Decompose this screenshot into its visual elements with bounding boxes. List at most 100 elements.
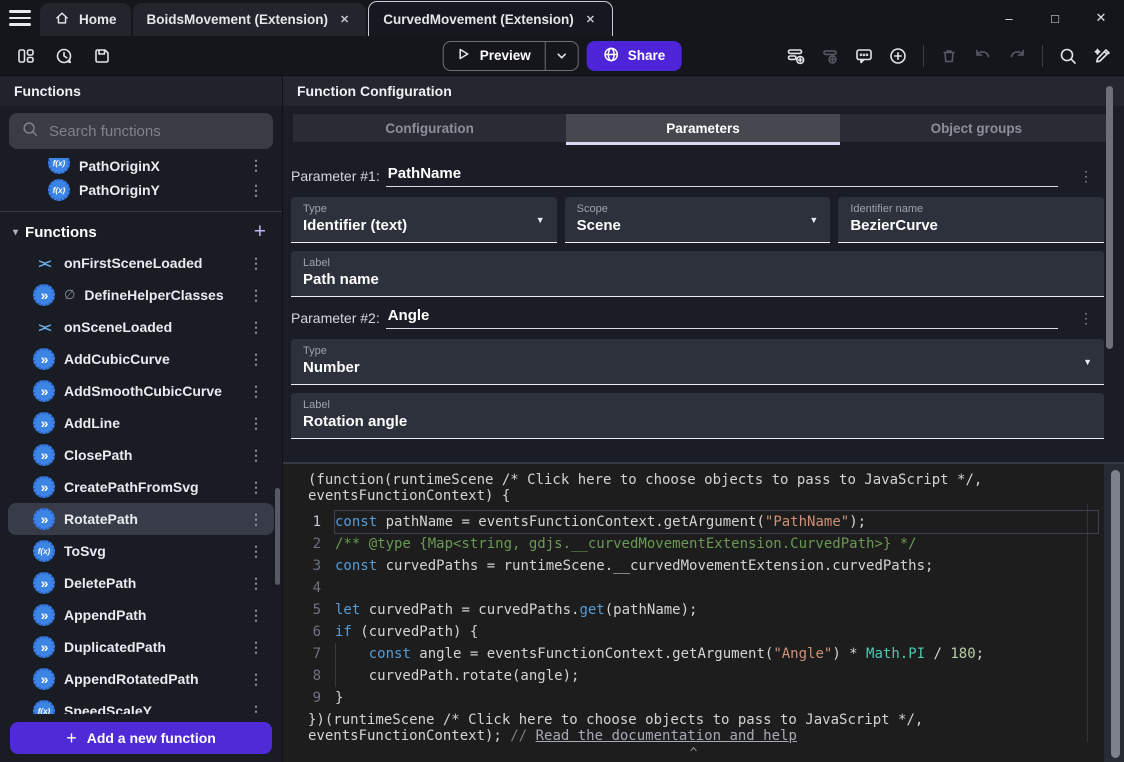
collapse-triangle-icon[interactable]: ▾ xyxy=(13,227,18,238)
sidebar-item-addsmoothcubiccurve[interactable]: »AddSmoothCubicCurve⋮ xyxy=(8,375,274,407)
functions-group-header[interactable]: ▾ Functions + xyxy=(0,217,282,247)
edit-pencil-icon[interactable] xyxy=(1088,42,1116,70)
tab-curvedmovement[interactable]: CurvedMovement (Extension) ✕ xyxy=(368,1,613,36)
close-window-button[interactable]: ✕ xyxy=(1078,0,1124,36)
sidebar-item-definehelperclasses[interactable]: »∅DefineHelperClasses⋮ xyxy=(8,279,274,311)
tab-parameters[interactable]: Parameters xyxy=(566,114,839,142)
documentation-link[interactable]: Read the documentation and help xyxy=(536,728,797,744)
add-circle-icon[interactable] xyxy=(884,42,912,70)
code-line-4[interactable]: 4 xyxy=(283,577,1124,599)
add-subevent-icon[interactable] xyxy=(816,42,844,70)
sidebar-item-rotatepath[interactable]: »RotatePath⋮ xyxy=(8,503,274,535)
sidebar-item-onsceneloaded[interactable]: ><onSceneLoaded⋮ xyxy=(8,311,274,343)
item-menu-icon[interactable]: ⋮ xyxy=(248,287,264,304)
share-button[interactable]: Share xyxy=(587,41,682,71)
sidebar-item-appendpath[interactable]: »AppendPath⋮ xyxy=(8,599,274,631)
input-identifier-name[interactable]: Identifier nameBezierCurve xyxy=(838,197,1104,243)
add-function-plus-icon[interactable]: + xyxy=(254,220,266,244)
save-icon[interactable] xyxy=(88,42,116,70)
parameter-name-input[interactable]: Angle xyxy=(386,307,1058,329)
maximize-button[interactable]: □ xyxy=(1032,0,1078,36)
search-icon[interactable] xyxy=(1054,42,1082,70)
undo-icon[interactable] xyxy=(969,42,997,70)
function-name: AppendPath xyxy=(64,607,239,623)
group-label: Functions xyxy=(25,224,247,241)
input-label[interactable]: LabelPath name xyxy=(291,251,1104,297)
item-menu-icon[interactable]: ⋮ xyxy=(248,479,264,496)
dropdown-arrow-icon[interactable]: ▼ xyxy=(809,215,818,225)
parameters-scrollbar[interactable] xyxy=(1106,86,1113,349)
item-menu-icon[interactable]: ⋮ xyxy=(248,639,264,656)
code-line-5[interactable]: 5let curvedPath = curvedPaths.get(pathNa… xyxy=(283,599,1124,621)
parameter-menu-icon[interactable]: ⋮ xyxy=(1078,168,1094,185)
code-line-6[interactable]: 6if (curvedPath) { xyxy=(283,621,1124,643)
sidebar-item-appendrotatedpath[interactable]: »AppendRotatedPath⋮ xyxy=(8,663,274,695)
item-menu-icon[interactable]: ⋮ xyxy=(248,351,264,368)
code-line-7[interactable]: 7 const angle = eventsFunctionContext.ge… xyxy=(283,643,1124,665)
redo-icon[interactable] xyxy=(1003,42,1031,70)
select-scope[interactable]: ScopeScene▼ xyxy=(565,197,831,243)
sidebar-item-deletepath[interactable]: »DeletePath⋮ xyxy=(8,567,274,599)
add-function-label: Add a new function xyxy=(87,730,216,746)
editor-scrollbar-thumb[interactable] xyxy=(1111,470,1120,758)
tab-home[interactable]: Home xyxy=(40,3,131,36)
code-line-8[interactable]: 8 curvedPath.rotate(angle); xyxy=(283,665,1124,687)
sidebar-item-duplicatedpath[interactable]: »DuplicatedPath⋮ xyxy=(8,631,274,663)
select-type[interactable]: TypeIdentifier (text)▼ xyxy=(291,197,557,243)
code-editor[interactable]: (function(runtimeScene /* Click here to … xyxy=(283,462,1124,762)
history-icon[interactable] xyxy=(50,42,78,70)
add-comment-icon[interactable] xyxy=(850,42,878,70)
sidebar-item-tosvg[interactable]: f(x)ToSvg⋮ xyxy=(8,535,274,567)
code-line-3[interactable]: 3const curvedPaths = runtimeScene.__curv… xyxy=(283,555,1124,577)
item-menu-icon[interactable]: ⋮ xyxy=(248,607,264,624)
sidebar-item-addline[interactable]: »AddLine⋮ xyxy=(8,407,274,439)
input-label[interactable]: LabelRotation angle xyxy=(291,393,1104,439)
item-menu-icon[interactable]: ⋮ xyxy=(248,671,264,688)
add-new-function-button[interactable]: + Add a new function xyxy=(10,722,272,754)
tab-boidsmovement[interactable]: BoidsMovement (Extension) ✕ xyxy=(133,3,367,36)
item-menu-icon[interactable]: ⋮ xyxy=(248,447,264,464)
item-menu-icon[interactable]: ⋮ xyxy=(248,543,264,560)
parameter-menu-icon[interactable]: ⋮ xyxy=(1078,310,1094,327)
code-line-1[interactable]: 1const pathName = eventsFunctionContext.… xyxy=(283,511,1124,533)
code-line-9[interactable]: 9} xyxy=(283,687,1124,709)
sidebar-item-onfirstsceneloaded[interactable]: ><onFirstSceneLoaded⋮ xyxy=(8,247,274,279)
sidebar-item-speedscaley[interactable]: f(x)SpeedScaleY⋮ xyxy=(8,695,274,714)
preview-options-chevron-icon[interactable] xyxy=(546,50,578,62)
add-event-icon[interactable] xyxy=(782,42,810,70)
parameter-name-input[interactable]: PathName xyxy=(386,165,1058,187)
sidebar-item-closepath[interactable]: »ClosePath⋮ xyxy=(8,439,274,471)
select-type[interactable]: TypeNumber▼ xyxy=(291,339,1104,385)
dropdown-arrow-icon[interactable]: ▼ xyxy=(536,215,545,225)
item-menu-icon[interactable]: ⋮ xyxy=(248,158,264,174)
sidebar-item-addcubiccurve[interactable]: »AddCubicCurve⋮ xyxy=(8,343,274,375)
sidebar-scrollbar[interactable] xyxy=(275,488,280,585)
minimize-button[interactable]: – xyxy=(986,0,1032,36)
hamburger-menu-icon[interactable] xyxy=(0,0,40,36)
item-menu-icon[interactable]: ⋮ xyxy=(248,383,264,400)
item-menu-icon[interactable]: ⋮ xyxy=(248,319,264,336)
function-name: onSceneLoaded xyxy=(64,319,239,335)
dropdown-arrow-icon[interactable]: ▼ xyxy=(1083,357,1092,367)
search-functions-box[interactable] xyxy=(9,113,273,149)
item-menu-icon[interactable]: ⋮ xyxy=(248,511,264,528)
item-menu-icon[interactable]: ⋮ xyxy=(248,703,264,715)
close-tab-icon[interactable]: ✕ xyxy=(337,11,352,28)
preview-button[interactable]: Preview xyxy=(444,46,545,65)
sidebar-item-pathoriginx[interactable]: f(x)PathOriginX⋮ xyxy=(8,158,274,174)
tab-configuration[interactable]: Configuration xyxy=(293,114,566,142)
item-menu-icon[interactable]: ⋮ xyxy=(248,415,264,432)
sidebar-item-createpathfromsvg[interactable]: »CreatePathFromSvg⋮ xyxy=(8,471,274,503)
code-line-2[interactable]: 2/** @type {Map<string, gdjs.__curvedMov… xyxy=(283,533,1124,555)
search-functions-input[interactable] xyxy=(49,123,261,140)
item-menu-icon[interactable]: ⋮ xyxy=(248,182,264,199)
item-menu-icon[interactable]: ⋮ xyxy=(248,255,264,272)
panels-icon[interactable] xyxy=(12,42,40,70)
item-menu-icon[interactable]: ⋮ xyxy=(248,575,264,592)
tab-object-groups[interactable]: Object groups xyxy=(840,114,1113,142)
editor-expand-handle[interactable]: ^ xyxy=(283,746,1104,762)
trash-icon[interactable] xyxy=(935,42,963,70)
line-content: /** @type {Map<string, gdjs.__curvedMove… xyxy=(335,533,1098,555)
sidebar-item-pathoriginy[interactable]: f(x)PathOriginY⋮ xyxy=(8,174,274,206)
close-tab-icon[interactable]: ✕ xyxy=(583,11,598,28)
